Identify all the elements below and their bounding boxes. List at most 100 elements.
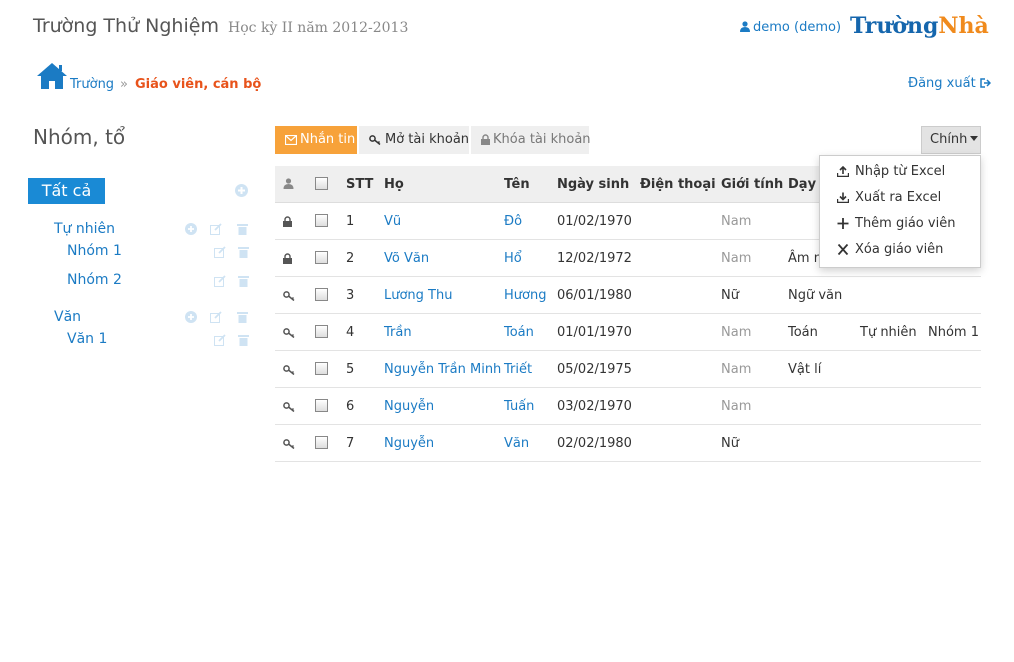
lock-icon [283, 240, 292, 277]
key-icon [369, 132, 385, 147]
header-dien-thoai: Điện thoại [640, 177, 716, 192]
send-message-button[interactable]: Nhắn tin [275, 126, 357, 154]
header-stt: STT [346, 177, 374, 192]
school-name: Trường Thử Nghiệm Học kỳ II năm 2012-201… [33, 15, 408, 37]
logout-link[interactable]: Đăng xuất [908, 76, 991, 91]
subgroup-van-1[interactable]: Văn 1 [67, 331, 107, 347]
row-ten[interactable]: Hổ [504, 240, 522, 277]
row-ho[interactable]: Nguyễn [384, 388, 434, 425]
row-ten[interactable]: Đô [504, 203, 522, 240]
table-row[interactable]: 7 Nguyễn Văn 02/02/1980 Nữ [275, 425, 981, 462]
row-ngay-sinh: 01/01/1970 [557, 325, 632, 340]
edit-icon[interactable] [214, 334, 226, 350]
row-ho[interactable]: Nguyễn Trần Minh [384, 351, 501, 388]
menu-delete-teacher[interactable]: Xóa giáo viên [820, 237, 980, 263]
row-gioi-tinh: Nam [721, 214, 752, 229]
all-groups-button[interactable]: Tất cả [28, 178, 105, 204]
row-ho[interactable]: Lương Thu [384, 277, 452, 314]
edit-icon[interactable] [210, 311, 222, 327]
edit-icon[interactable] [214, 246, 226, 262]
lock-account-button[interactable]: Khóa tài khoản [471, 126, 591, 154]
logout-label: Đăng xuất [908, 76, 976, 91]
open-account-button[interactable]: Mở tài khoản [359, 126, 469, 154]
row-stt: 5 [346, 362, 355, 377]
row-gioi-tinh: Nữ [721, 288, 739, 303]
subgroup-nhom-1[interactable]: Nhóm 1 [67, 243, 122, 259]
header-ten[interactable]: Tên [504, 166, 530, 203]
row-stt: 2 [346, 251, 355, 266]
table-row[interactable]: 4 Trần Toán 01/01/1970 Nam Toán Tự nhiên Nhóm 1 [275, 314, 981, 351]
header-ngay-sinh[interactable]: Ngày sinh [557, 166, 629, 203]
breadcrumb-current: Giáo viên, cán bộ [135, 77, 262, 92]
row-day-mon: Âm n [788, 251, 822, 266]
close-icon [837, 242, 855, 257]
row-ngay-sinh: 02/02/1980 [557, 436, 632, 451]
menu-add-teacher[interactable]: Thêm giáo viên [820, 211, 980, 237]
row-stt: 1 [346, 214, 355, 229]
add-group-icon[interactable] [235, 184, 248, 201]
trash-icon[interactable] [237, 311, 248, 327]
add-subgroup-icon[interactable] [185, 311, 197, 327]
row-ten[interactable]: Triết [504, 351, 532, 388]
home-icon[interactable] [36, 62, 68, 94]
key-icon [283, 425, 296, 462]
row-gioi-tinh: Nam [721, 251, 752, 266]
row-ho[interactable]: Võ Văn [384, 240, 429, 277]
subgroup-nhom-2[interactable]: Nhóm 2 [67, 272, 122, 288]
row-checkbox[interactable] [315, 203, 328, 240]
row-ho[interactable]: Nguyễn [384, 425, 434, 462]
row-checkbox[interactable] [315, 240, 328, 277]
user-name: demo (demo) [753, 20, 842, 35]
header-ho[interactable]: Họ [384, 166, 404, 203]
table-row[interactable]: 6 Nguyễn Tuấn 03/02/1970 Nam [275, 388, 981, 425]
trash-icon[interactable] [238, 275, 249, 291]
trash-icon[interactable] [238, 246, 249, 262]
row-ten[interactable]: Văn [504, 425, 529, 462]
send-message-label: Nhắn tin [300, 132, 356, 147]
menu-import-excel[interactable]: Nhập từ Excel [820, 159, 980, 185]
trash-icon[interactable] [238, 334, 249, 350]
row-ten[interactable]: Tuấn [504, 388, 534, 425]
open-account-label: Mở tài khoản [385, 132, 470, 147]
row-day-mon: Vật lí [788, 362, 822, 377]
key-icon [283, 351, 296, 388]
row-ho[interactable]: Vũ [384, 203, 401, 240]
edit-icon[interactable] [214, 275, 226, 291]
menu-add-teacher-label: Thêm giáo viên [855, 216, 956, 231]
row-ho[interactable]: Trần [384, 314, 412, 351]
truongnha-logo[interactable]: TrườngNhà [850, 13, 989, 39]
logo-part1: Trường [850, 13, 939, 39]
key-icon [283, 388, 296, 425]
menu-import-excel-label: Nhập từ Excel [855, 164, 946, 179]
select-all-checkbox[interactable] [315, 166, 328, 203]
row-ngay-sinh: 05/02/1975 [557, 362, 632, 377]
row-checkbox[interactable] [315, 351, 328, 388]
add-subgroup-icon[interactable] [185, 223, 197, 239]
row-nhom: Nhóm 1 [928, 325, 979, 340]
table-row[interactable]: 5 Nguyễn Trần Minh Triết 05/02/1975 Nam Vật l… [275, 351, 981, 388]
table-row[interactable]: 3 Lương Thu Hương 06/01/1980 Nữ Ngữ văn [275, 277, 981, 314]
row-stt: 6 [346, 399, 355, 414]
upload-icon [836, 164, 855, 179]
semester-label: Học kỳ II năm 2012-2013 [228, 20, 409, 36]
row-ngay-sinh: 12/02/1972 [557, 251, 632, 266]
row-ten[interactable]: Toán [504, 314, 534, 351]
trash-icon[interactable] [237, 223, 248, 239]
actions-dropdown-button[interactable]: Chính [921, 126, 981, 154]
row-checkbox[interactable] [315, 388, 328, 425]
row-checkbox[interactable] [315, 277, 328, 314]
row-to: Tự nhiên [860, 325, 917, 340]
row-checkbox[interactable] [315, 314, 328, 351]
school-name-text: Trường Thử Nghiệm [33, 15, 219, 37]
breadcrumb-home[interactable]: Trường [70, 77, 114, 92]
edit-icon[interactable] [210, 223, 222, 239]
row-checkbox[interactable] [315, 425, 328, 462]
menu-export-excel-label: Xuất ra Excel [855, 190, 942, 205]
group-tu-nhien[interactable]: Tự nhiên [54, 221, 115, 237]
user-menu[interactable]: demo (demo) [740, 20, 841, 35]
group-van[interactable]: Văn [54, 309, 81, 325]
menu-export-excel[interactable]: Xuất ra Excel [820, 185, 980, 211]
row-stt: 4 [346, 325, 355, 340]
row-ten[interactable]: Hương [504, 277, 546, 314]
row-ngay-sinh: 03/02/1970 [557, 399, 632, 414]
